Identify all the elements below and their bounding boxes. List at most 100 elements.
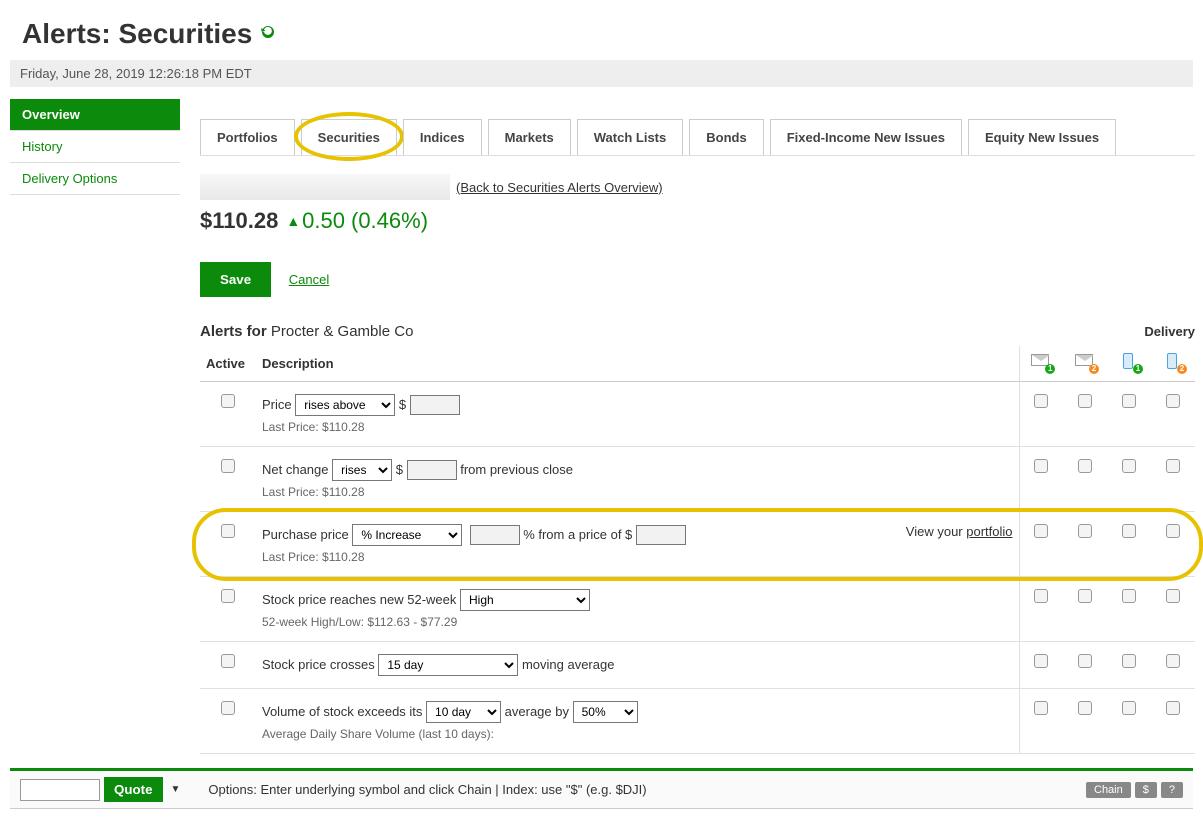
delivery-label: Delivery	[1144, 324, 1195, 339]
save-button[interactable]: Save	[200, 262, 271, 297]
delivery-checkbox[interactable]	[1034, 524, 1048, 538]
quote-change: 0.50	[302, 208, 345, 234]
help-button[interactable]: ?	[1161, 782, 1183, 798]
tab-portfolios[interactable]: Portfolios	[200, 119, 295, 155]
alert-row-price: Price rises above $ Last Price: $110.28	[200, 382, 1195, 447]
last-price-text: Last Price: $110.28	[262, 485, 1013, 499]
quote-dropdown-icon[interactable]: ▼	[171, 784, 181, 795]
portfolio-link[interactable]: portfolio	[966, 524, 1012, 539]
quote-price: $110.28	[200, 208, 278, 234]
delivery-checkbox[interactable]	[1122, 394, 1136, 408]
alert-row-crosses: Stock price crosses 15 day moving averag…	[200, 642, 1195, 689]
mobile-icon: 2	[1163, 354, 1183, 370]
fiftytwo-select[interactable]: High	[460, 589, 590, 611]
delivery-checkbox[interactable]	[1034, 701, 1048, 715]
delivery-checkbox[interactable]	[1166, 589, 1180, 603]
page-title-text: Alerts: Securities	[22, 18, 252, 50]
delivery-checkbox[interactable]	[1078, 589, 1092, 603]
delivery-checkbox[interactable]	[1166, 524, 1180, 538]
last-price-text: Last Price: $110.28	[262, 550, 1013, 564]
up-arrow-icon: ▲	[286, 213, 300, 229]
th-delivery-mobile-2: 2	[1151, 346, 1195, 382]
th-description: Description	[256, 346, 1019, 382]
alerts-for-title: Alerts for Procter & Gamble Co	[200, 323, 413, 340]
nav-overview[interactable]: Overview	[10, 99, 180, 131]
alert-row-volume: Volume of stock exceeds its 10 day avera…	[200, 689, 1195, 754]
netchange-select[interactable]: rises	[332, 459, 392, 481]
volume-sub: Average Daily Share Volume (last 10 days…	[262, 727, 1013, 741]
security-name-redacted	[200, 174, 450, 200]
active-checkbox[interactable]	[221, 654, 235, 668]
quote-line: $110.28 ▲ 0.50 (0.46%)	[200, 208, 1195, 234]
purchase-price-input[interactable]	[636, 525, 686, 545]
refresh-icon[interactable]	[260, 24, 276, 45]
delivery-checkbox[interactable]	[1078, 524, 1092, 538]
delivery-checkbox[interactable]	[1122, 701, 1136, 715]
tab-equity-new-issues[interactable]: Equity New Issues	[968, 119, 1116, 155]
delivery-checkbox[interactable]	[1122, 459, 1136, 473]
alert-row-purchase: View your portfolio Purchase price % Inc…	[200, 512, 1195, 577]
delivery-checkbox[interactable]	[1078, 654, 1092, 668]
delivery-checkbox[interactable]	[1034, 654, 1048, 668]
alerts-table: Active Description 1 2 1 2	[200, 346, 1195, 754]
tab-watch-lists[interactable]: Watch Lists	[577, 119, 683, 155]
tab-securities[interactable]: Securities	[301, 119, 397, 155]
left-nav: Overview History Delivery Options	[10, 99, 180, 754]
delivery-checkbox[interactable]	[1122, 524, 1136, 538]
quote-change-pct: (0.46%)	[351, 208, 428, 234]
page-title: Alerts: Securities	[22, 18, 1203, 50]
netchange-value-input[interactable]	[407, 460, 457, 480]
th-active: Active	[200, 346, 256, 382]
delivery-checkbox[interactable]	[1034, 589, 1048, 603]
quote-bar: Quote ▼ Options: Enter underlying symbol…	[10, 768, 1193, 809]
active-checkbox[interactable]	[221, 394, 235, 408]
purchase-pct-input[interactable]	[470, 525, 520, 545]
th-delivery-mobile-1: 1	[1107, 346, 1151, 382]
mobile-icon: 1	[1119, 354, 1139, 370]
delivery-checkbox[interactable]	[1166, 654, 1180, 668]
timestamp-text: Friday, June 28, 2019 12:26:18 PM EDT	[20, 66, 252, 81]
alert-row-netchange: Net change rises $ from previous close L…	[200, 447, 1195, 512]
tab-markets[interactable]: Markets	[488, 119, 571, 155]
alert-row-52week: Stock price reaches new 52-week High 52-…	[200, 577, 1195, 642]
price-value-input[interactable]	[410, 395, 460, 415]
delivery-checkbox[interactable]	[1122, 654, 1136, 668]
price-condition-select[interactable]: rises above	[295, 394, 395, 416]
delivery-checkbox[interactable]	[1166, 701, 1180, 715]
view-portfolio-text: View your portfolio	[906, 524, 1013, 539]
quote-hint: Options: Enter underlying symbol and cli…	[208, 782, 646, 797]
active-checkbox[interactable]	[221, 524, 235, 538]
timestamp-bar: Friday, June 28, 2019 12:26:18 PM EDT	[10, 60, 1193, 87]
nav-delivery-options[interactable]: Delivery Options	[10, 163, 180, 195]
active-checkbox[interactable]	[221, 701, 235, 715]
volume-pct-select[interactable]: 50%	[573, 701, 638, 723]
delivery-checkbox[interactable]	[1122, 589, 1136, 603]
purchase-condition-select[interactable]: % Increase	[352, 524, 462, 546]
back-to-overview-link[interactable]: (Back to Securities Alerts Overview)	[456, 180, 663, 195]
nav-history[interactable]: History	[10, 131, 180, 163]
active-checkbox[interactable]	[221, 589, 235, 603]
th-delivery-email-2: 2	[1063, 346, 1107, 382]
crosses-select[interactable]: 15 day	[378, 654, 518, 676]
email-icon: 2	[1075, 354, 1095, 370]
cancel-link[interactable]: Cancel	[289, 272, 329, 287]
delivery-checkbox[interactable]	[1078, 459, 1092, 473]
symbol-input[interactable]	[20, 779, 100, 801]
delivery-checkbox[interactable]	[1166, 394, 1180, 408]
delivery-checkbox[interactable]	[1078, 394, 1092, 408]
dollar-button[interactable]: $	[1135, 782, 1157, 798]
tab-bonds[interactable]: Bonds	[689, 119, 763, 155]
volume-days-select[interactable]: 10 day	[426, 701, 501, 723]
fiftytwo-sub: 52-week High/Low: $112.63 - $77.29	[262, 615, 1013, 629]
delivery-checkbox[interactable]	[1034, 394, 1048, 408]
delivery-checkbox[interactable]	[1166, 459, 1180, 473]
email-icon: 1	[1031, 354, 1051, 370]
active-checkbox[interactable]	[221, 459, 235, 473]
th-delivery-email-1: 1	[1019, 346, 1063, 382]
chain-button[interactable]: Chain	[1086, 782, 1131, 798]
tab-fixed-income[interactable]: Fixed-Income New Issues	[770, 119, 962, 155]
tab-indices[interactable]: Indices	[403, 119, 482, 155]
delivery-checkbox[interactable]	[1034, 459, 1048, 473]
delivery-checkbox[interactable]	[1078, 701, 1092, 715]
quote-button[interactable]: Quote	[104, 777, 163, 802]
